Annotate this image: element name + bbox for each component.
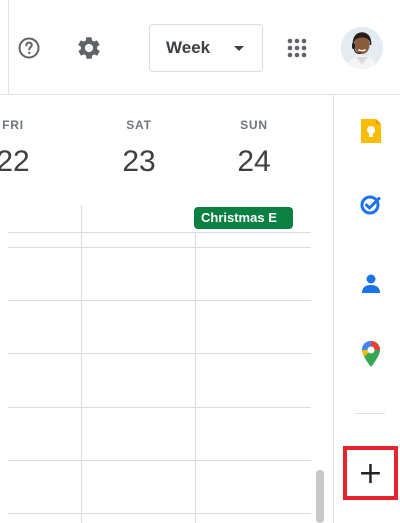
day-number[interactable]: 22 <box>0 145 48 179</box>
hour-line <box>8 300 311 301</box>
day-header-fri[interactable]: FRI 22 <box>0 95 48 205</box>
view-selector-button[interactable]: Week <box>149 24 263 72</box>
hour-line <box>8 460 311 461</box>
side-panel-separator <box>355 413 385 414</box>
hour-line <box>8 353 311 354</box>
hour-line <box>8 407 311 408</box>
avatar[interactable] <box>341 27 383 69</box>
day-of-week-label: SAT <box>126 118 152 132</box>
day-number[interactable]: 24 <box>219 145 289 179</box>
all-day-event[interactable]: Christmas E <box>194 207 293 229</box>
help-circle-icon <box>18 37 40 59</box>
apps-button[interactable] <box>275 26 319 70</box>
column-divider <box>195 232 196 523</box>
settings-button[interactable] <box>67 26 111 70</box>
day-of-week-label: FRI <box>2 118 24 132</box>
user-avatar-icon <box>341 27 383 69</box>
day-header-sun[interactable]: SUN 24 <box>219 95 289 205</box>
side-panel-divider <box>333 95 334 523</box>
day-of-week-label: SUN <box>240 118 268 132</box>
help-button[interactable] <box>7 26 51 70</box>
hour-line <box>8 247 311 248</box>
keep-icon <box>361 119 381 143</box>
apps-grid-icon <box>287 38 307 58</box>
keep-button[interactable] <box>355 115 387 147</box>
day-number[interactable]: 23 <box>104 145 174 179</box>
chevron-down-icon <box>234 46 244 51</box>
tasks-button[interactable] <box>355 188 387 220</box>
day-header-sat[interactable]: SAT 23 <box>104 95 174 205</box>
maps-pin-icon <box>362 341 380 367</box>
maps-button[interactable] <box>355 338 387 370</box>
plus-icon: + <box>357 455 384 491</box>
contacts-button[interactable] <box>355 268 387 300</box>
add-addon-button[interactable]: + <box>343 446 398 500</box>
gear-icon <box>78 37 100 59</box>
hour-line <box>8 513 311 514</box>
all-day-divider <box>8 232 311 233</box>
view-selector-label: Week <box>166 38 211 57</box>
contacts-icon <box>362 274 380 293</box>
week-calendar-grid: FRI 22 SAT 23 SUN 24 Christmas E <box>0 95 333 523</box>
column-divider <box>81 205 82 523</box>
tasks-icon <box>360 195 381 215</box>
top-bar: Week <box>0 0 400 95</box>
scrollbar[interactable] <box>316 470 324 523</box>
